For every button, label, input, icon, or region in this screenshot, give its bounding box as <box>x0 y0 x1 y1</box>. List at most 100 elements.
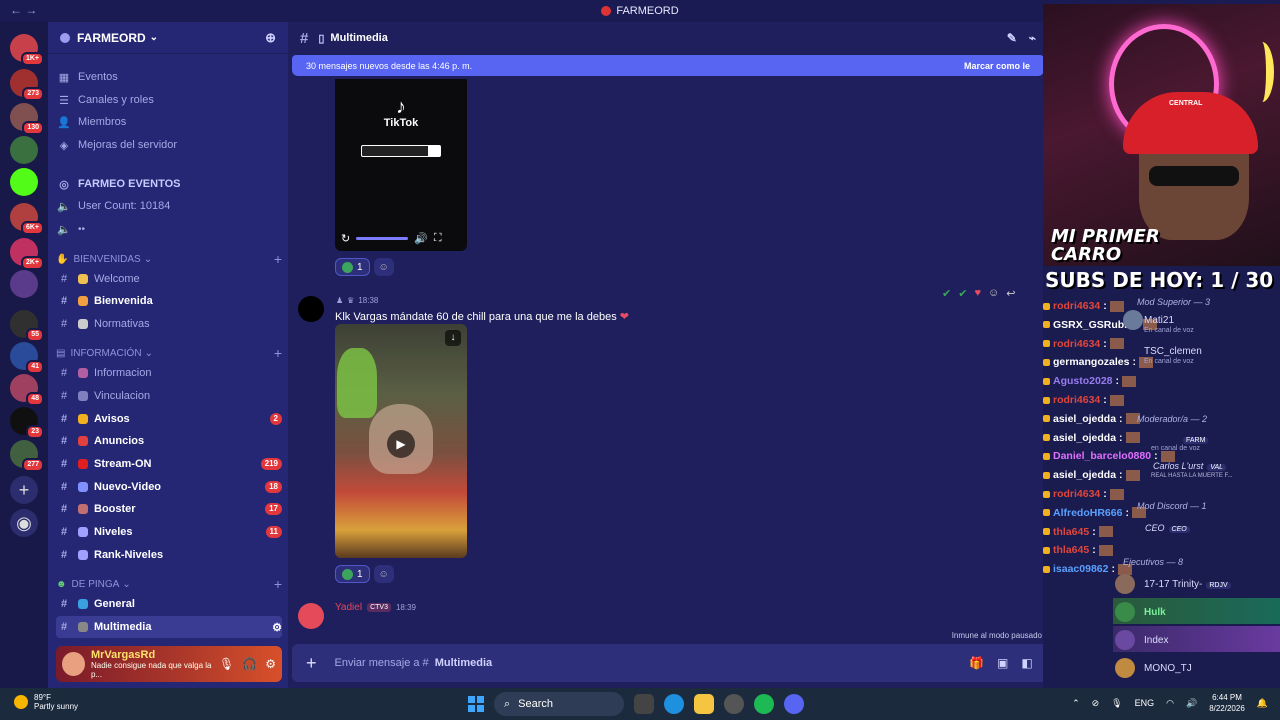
avatar[interactable] <box>298 603 324 629</box>
channel-rank-niveles[interactable]: # Rank-Niveles <box>56 544 282 566</box>
language-indicator[interactable]: ENG <box>1135 698 1155 708</box>
sidebar-item-farmeo-eventos[interactable]: ◎ FARMEO EVENTOS <box>56 173 282 195</box>
channel-booster[interactable]: # Booster 17 <box>56 498 282 520</box>
channel-voice-eyes[interactable]: 🔈 •• <box>56 218 282 240</box>
chat-username[interactable]: thla645 <box>1053 526 1089 538</box>
add-server-button[interactable]: + <box>10 476 38 504</box>
message-composer[interactable]: + Enviar mensaje a # Multimedia 🎁 ▣ ◧ ☺ … <box>292 644 1097 682</box>
check-icon[interactable]: ✔ <box>958 287 967 300</box>
sidebar-item-mejoras[interactable]: ◈ Mejoras del servidor <box>56 134 282 156</box>
add-reaction-button[interactable]: ☺ <box>373 258 394 276</box>
chat-username[interactable]: rodri4634 <box>1053 338 1100 350</box>
channel-anuncios[interactable]: # Anuncios <box>56 430 282 452</box>
member-name[interactable]: Carlos L'urst VAL <box>1153 461 1227 471</box>
server-icon[interactable]: 1K+ <box>10 34 44 66</box>
channel-multimedia[interactable]: # Multimedia ⚙ <box>56 616 282 638</box>
category-informacion[interactable]: ▤ INFORMACIÓN ⌄ + <box>56 344 282 362</box>
reaction-check[interactable]: 1 <box>335 565 370 583</box>
wifi-icon[interactable]: ◠ <box>1166 698 1174 709</box>
attach-icon[interactable]: + <box>306 653 317 674</box>
server-icon[interactable]: 277 <box>10 440 44 472</box>
channel-user-count[interactable]: 🔈 User Count: 10184 <box>56 195 282 217</box>
avatar[interactable] <box>1123 310 1143 330</box>
channel-informacion[interactable]: # Informacion <box>56 362 282 384</box>
download-icon[interactable]: ↓ <box>445 330 461 346</box>
mark-read-button[interactable]: Marcar como le <box>964 61 1030 71</box>
mute-mic-icon[interactable]: 🎙 <box>219 657 234 671</box>
mic-icon[interactable]: 🎙 <box>1111 698 1122 709</box>
sidebar-item-miembros[interactable]: 👤 Miembros <box>56 111 282 133</box>
discord-icon[interactable] <box>784 694 804 714</box>
category-de-pinga[interactable]: ☻ DE PINGA ⌄ + <box>56 575 282 593</box>
pin-icon[interactable]: ⌁ <box>1029 31 1036 45</box>
chevron-up-icon[interactable]: ⌃ <box>1072 698 1080 709</box>
avatar[interactable] <box>298 296 324 322</box>
avatar[interactable] <box>62 652 85 676</box>
channel-nuevo-video[interactable]: # Nuevo-Video 18 <box>56 476 282 498</box>
channel-niveles[interactable]: # Niveles 11 <box>56 521 282 543</box>
server-icon[interactable]: 48 <box>10 374 44 406</box>
member-name[interactable]: Mati21 <box>1144 315 1174 326</box>
heart-icon[interactable]: ♥ <box>974 287 981 299</box>
new-messages-bar[interactable]: 30 mensajes nuevos desde las 4:46 p. m. … <box>292 55 1044 76</box>
server-icon[interactable]: 55 <box>10 310 44 342</box>
channel-vinculacion[interactable]: # Vinculacion <box>56 385 282 407</box>
file-explorer-icon[interactable] <box>694 694 714 714</box>
server-icon[interactable]: 6K+ <box>10 203 44 235</box>
fullscreen-icon[interactable]: ⛶ <box>434 232 442 245</box>
chat-username[interactable]: asiel_ojedda <box>1053 413 1116 425</box>
chat-username[interactable]: rodri4634 <box>1053 300 1100 312</box>
taskbar-search[interactable]: ⌕ Search <box>494 692 624 716</box>
member-name[interactable]: Index <box>1144 635 1168 646</box>
replay-icon[interactable]: ↻ <box>341 232 350 245</box>
notification-icon[interactable]: 🔔 <box>1257 698 1268 709</box>
sidebar-item-canales-roles[interactable]: ☰ Canales y roles <box>56 89 282 111</box>
member-name[interactable]: Hulk <box>1144 607 1166 618</box>
volume-icon[interactable]: 🔊 <box>1186 698 1197 709</box>
gear-icon[interactable]: ⚙ <box>265 657 276 671</box>
gif-icon[interactable]: ▣ <box>997 656 1008 670</box>
chat-username[interactable]: asiel_ojedda <box>1053 469 1116 481</box>
server-icon[interactable]: 41 <box>10 342 44 374</box>
invite-icon[interactable]: ⊕ <box>265 30 276 46</box>
task-view-icon[interactable] <box>634 694 654 714</box>
add-channel-icon[interactable]: + <box>274 345 282 361</box>
threads-icon[interactable]: ✎ <box>1007 31 1017 45</box>
server-icon[interactable] <box>10 136 38 164</box>
chat-username[interactable]: thla645 <box>1053 544 1089 556</box>
spotify-icon[interactable] <box>754 694 774 714</box>
windows-start-icon[interactable] <box>468 696 484 712</box>
channel-general[interactable]: # General <box>56 593 282 615</box>
avatar[interactable] <box>1115 658 1135 678</box>
server-icon[interactable]: 130 <box>10 103 44 135</box>
avatar[interactable] <box>1115 630 1135 650</box>
channel-bienvenida[interactable]: # Bienvenida <box>56 290 282 312</box>
add-channel-icon[interactable]: + <box>274 251 282 267</box>
avatar[interactable] <box>1115 574 1135 594</box>
weather-widget[interactable]: 89°F Partly sunny <box>14 693 78 711</box>
guild-header[interactable]: FARMEORD ⌄ ⊕ <box>48 22 288 54</box>
chat-username[interactable]: rodri4634 <box>1053 394 1100 406</box>
check-icon[interactable]: ✔ <box>942 287 951 300</box>
tiktok-video[interactable]: ♪ TikTok ↻ 🔊 ⛶ <box>335 79 467 251</box>
obs-icon[interactable] <box>724 694 744 714</box>
channel-avisos[interactable]: # Avisos 2 <box>56 408 282 430</box>
reply-icon[interactable]: ↩ <box>1006 287 1015 300</box>
message-author[interactable]: Yadiel <box>335 602 362 613</box>
add-reaction-icon[interactable]: ☺ <box>988 287 999 299</box>
chat-username[interactable]: Agusto2028 <box>1053 375 1113 387</box>
server-icon[interactable]: 2K+ <box>10 238 44 270</box>
user-panel[interactable]: MrVargasRd Nadie consigue nada que valga… <box>56 646 282 682</box>
chat-username[interactable]: isaac09862 <box>1053 563 1108 575</box>
volume-slider[interactable] <box>356 236 409 240</box>
sticker-icon[interactable]: ◧ <box>1021 656 1032 670</box>
chat-username[interactable]: asiel_ojedda <box>1053 432 1116 444</box>
gift-icon[interactable]: 🎁 <box>969 656 984 670</box>
chat-username[interactable]: rodri4634 <box>1053 488 1100 500</box>
food-video[interactable]: ▶ ↓ <box>335 324 467 558</box>
channel-normativas[interactable]: # Normativas <box>56 313 282 335</box>
channel-welcome[interactable]: # Welcome <box>56 268 282 290</box>
volume-icon[interactable]: 🔊 <box>414 232 428 245</box>
member-name[interactable]: CEO CEO <box>1145 523 1190 533</box>
member-name[interactable]: MONO_TJ <box>1144 663 1192 674</box>
